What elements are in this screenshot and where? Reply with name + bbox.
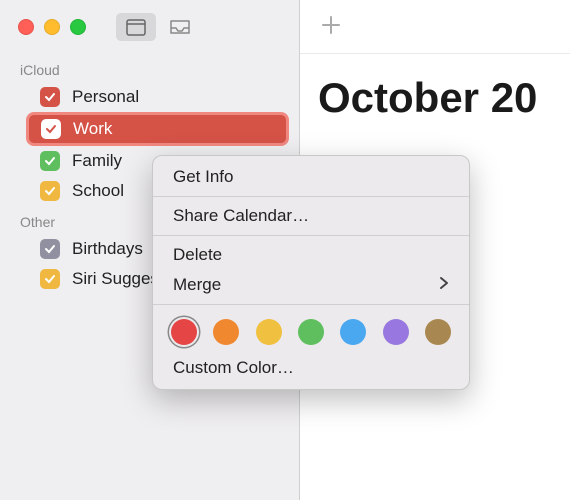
color-swatch-red[interactable] [171,319,197,345]
menu-item-share[interactable]: Share Calendar… [153,201,469,231]
sidebar-item-label: Birthdays [72,239,143,259]
window-controls [18,19,86,35]
sidebar-item-label: Family [72,151,122,171]
menu-item-delete[interactable]: Delete [153,240,469,270]
menu-item-label: Share Calendar… [173,206,309,226]
menu-separator [153,304,469,305]
sidebar-item-personal[interactable]: Personal [0,82,299,112]
menu-item-label: Merge [173,275,221,295]
color-swatch-blue[interactable] [340,319,366,345]
sidebar-item-label: Personal [72,87,139,107]
add-event-button[interactable] [320,11,342,43]
context-menu: Get Info Share Calendar… Delete Merge Cu… [152,155,470,390]
inbox-button[interactable] [160,13,200,41]
menu-item-custom-color[interactable]: Custom Color… [153,353,469,383]
main-toolbar [300,0,570,54]
color-swatch-row [153,309,469,353]
checkbox-icon[interactable] [40,181,60,201]
checkbox-icon[interactable] [41,119,61,139]
checkbox-icon[interactable] [40,151,60,171]
menu-separator [153,196,469,197]
inbox-icon [169,19,191,35]
calendar-icon [126,18,146,36]
checkbox-icon[interactable] [40,87,60,107]
color-swatch-purple[interactable] [383,319,409,345]
close-window-button[interactable] [18,19,34,35]
menu-item-merge[interactable]: Merge [153,270,469,300]
minimize-window-button[interactable] [44,19,60,35]
titlebar [0,0,299,54]
color-swatch-brown[interactable] [425,319,451,345]
fullscreen-window-button[interactable] [70,19,86,35]
menu-item-get-info[interactable]: Get Info [153,162,469,192]
color-swatch-yellow[interactable] [256,319,282,345]
menu-item-label: Custom Color… [173,358,294,378]
page-title: October 20 [300,54,570,122]
sidebar-item-work[interactable]: Work [26,112,289,146]
chevron-right-icon [439,275,449,295]
calendar-view-button[interactable] [116,13,156,41]
menu-item-label: Delete [173,245,222,265]
checkbox-icon[interactable] [40,269,60,289]
section-header-icloud: iCloud [0,54,299,82]
sidebar-item-label: School [72,181,124,201]
menu-separator [153,235,469,236]
color-swatch-green[interactable] [298,319,324,345]
plus-icon [320,14,342,36]
checkbox-icon[interactable] [40,239,60,259]
color-swatch-orange[interactable] [213,319,239,345]
menu-item-label: Get Info [173,167,233,187]
sidebar-item-label: Work [73,119,112,139]
